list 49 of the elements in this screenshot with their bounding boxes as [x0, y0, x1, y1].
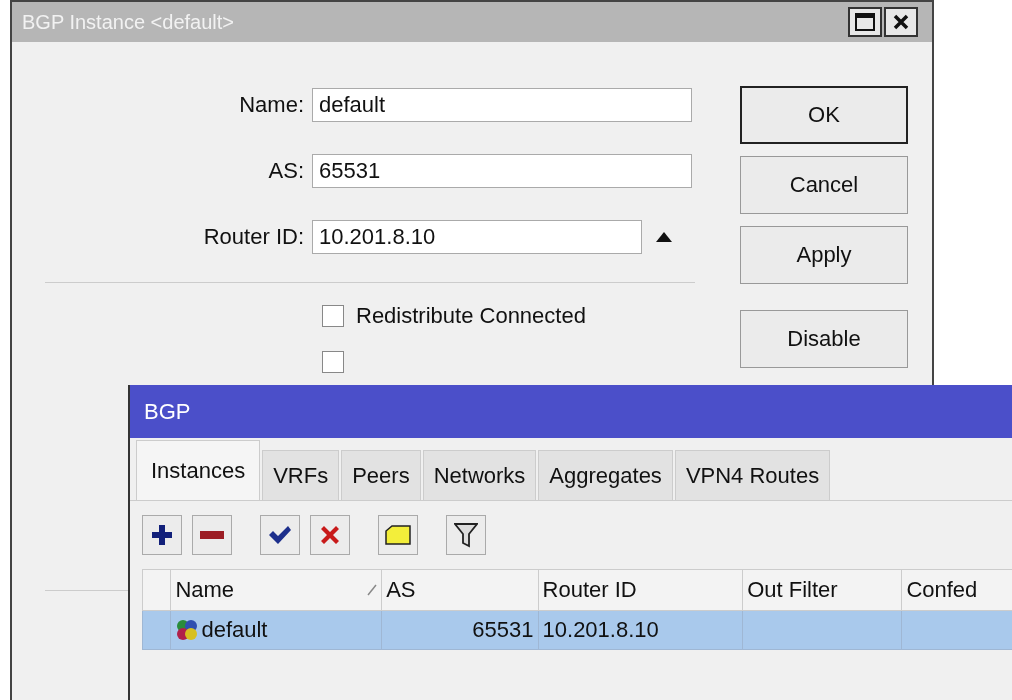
- add-button[interactable]: [142, 515, 182, 555]
- header-cell: [142, 569, 171, 611]
- dialog-button[interactable]: OK: [740, 86, 908, 144]
- table-row[interactable]: default 65531 10.201.8.10: [142, 610, 1012, 650]
- tab[interactable]: VPN4 Routes: [674, 450, 831, 500]
- dialog-button[interactable]: Apply: [740, 226, 908, 284]
- minus-icon: [200, 531, 224, 539]
- tab[interactable]: VRFs: [262, 450, 340, 500]
- plus-icon: [150, 523, 174, 547]
- input-field[interactable]: 65531: [312, 154, 692, 188]
- column-header[interactable]: Confed: [901, 569, 1012, 611]
- maximize-icon: [855, 13, 875, 31]
- maximize-button[interactable]: [848, 7, 882, 37]
- dialog-button[interactable]: Cancel: [740, 156, 908, 214]
- field-label: Router ID:: [202, 224, 305, 250]
- sort-icon: [367, 584, 378, 596]
- collapse-icon[interactable]: [656, 232, 672, 242]
- tab[interactable]: Aggregates: [538, 450, 673, 500]
- filter-button[interactable]: [446, 515, 486, 555]
- input-field[interactable]: 10.201.8.10: [312, 220, 642, 254]
- column-header[interactable]: Router ID: [538, 569, 743, 611]
- enable-button[interactable]: [260, 515, 300, 555]
- checkbox[interactable]: [322, 351, 344, 373]
- column-header[interactable]: Name: [170, 569, 382, 611]
- field-label: AS:: [267, 158, 305, 184]
- note-icon: [385, 525, 411, 545]
- filter-icon: [454, 522, 478, 548]
- checkbox-label: Redistribute Connected: [356, 303, 586, 329]
- field-label: Name:: [238, 92, 305, 118]
- close-icon: [893, 14, 909, 30]
- tab[interactable]: Networks: [422, 450, 537, 500]
- comment-button[interactable]: [378, 515, 418, 555]
- table-cell: 65531: [381, 610, 539, 650]
- table-cell: 10.201.8.10: [538, 610, 743, 650]
- input-field[interactable]: default: [312, 88, 692, 122]
- check-icon: [268, 525, 292, 545]
- column-header[interactable]: AS: [381, 569, 539, 611]
- table-cell: default: [170, 610, 382, 650]
- window-title: BGP: [144, 398, 191, 425]
- disable-button[interactable]: [310, 515, 350, 555]
- column-header[interactable]: Out Filter: [742, 569, 902, 611]
- remove-button[interactable]: [192, 515, 232, 555]
- dialog-button[interactable]: Disable: [740, 310, 908, 368]
- close-button[interactable]: [884, 7, 918, 37]
- tab[interactable]: Peers: [341, 450, 421, 500]
- window-title: BGP Instance <default>: [22, 10, 234, 34]
- tab[interactable]: Instances: [136, 440, 261, 500]
- cross-icon: [319, 524, 341, 546]
- checkbox[interactable]: [322, 305, 344, 327]
